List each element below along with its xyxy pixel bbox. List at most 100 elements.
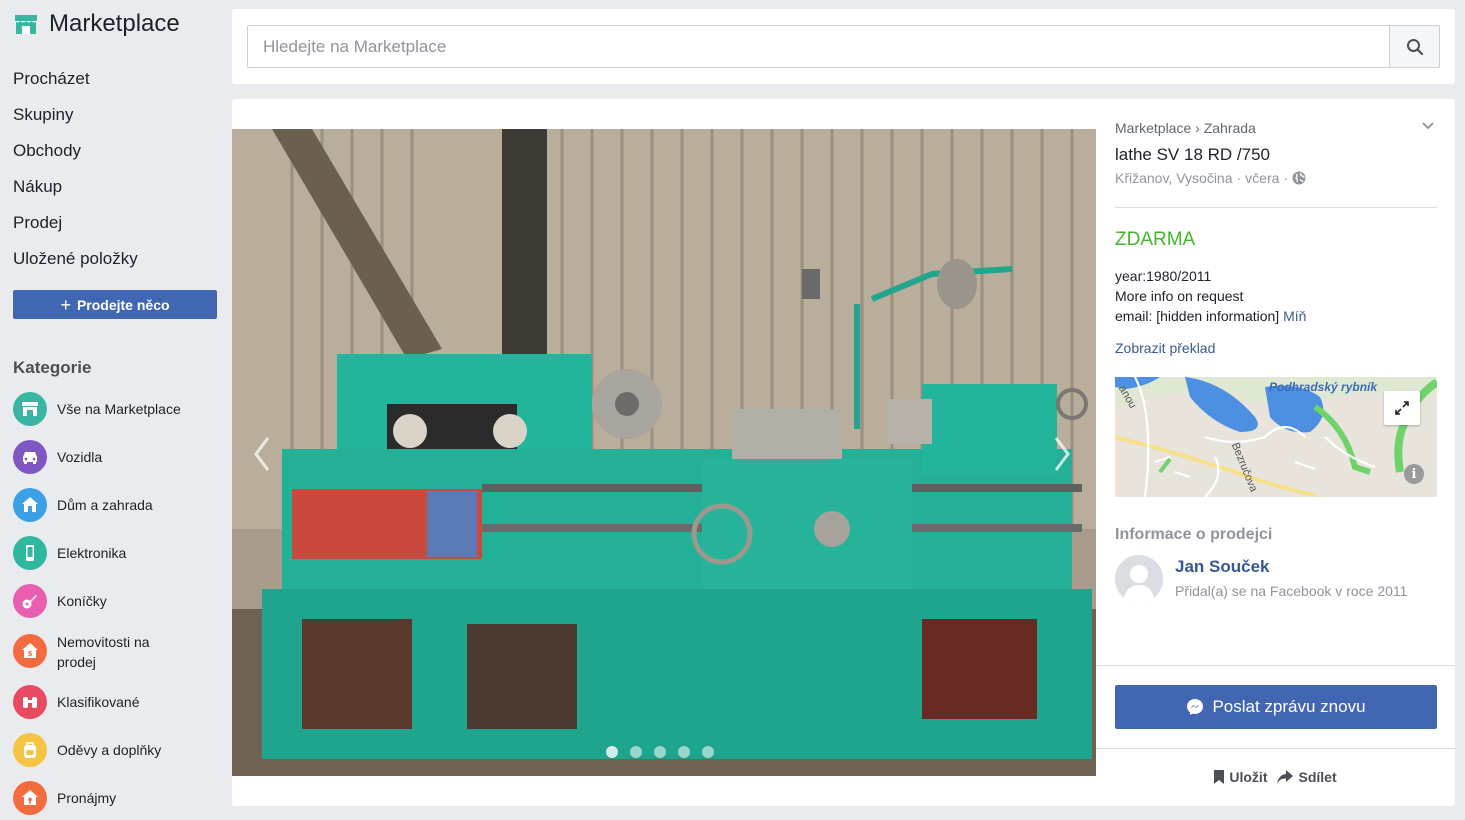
binoculars-icon <box>13 685 47 719</box>
category-all[interactable]: Vše na Marketplace <box>13 392 181 426</box>
listing-price: ZDARMA <box>1115 229 1196 250</box>
photo-dot[interactable] <box>702 746 714 758</box>
sell-button-label: Prodejte něco <box>76 296 170 313</box>
sidebar: Marketplace Procházet Skupiny Obchody Ná… <box>0 0 232 820</box>
search-input[interactable] <box>247 25 1390 68</box>
storefront-icon <box>15 15 37 34</box>
photo-dot[interactable] <box>678 746 690 758</box>
category-home-garden[interactable]: Dům a zahrada <box>13 488 153 522</box>
photo-dot[interactable] <box>606 746 618 758</box>
save-button[interactable]: Uložit <box>1214 769 1267 785</box>
avatar[interactable] <box>1115 555 1163 603</box>
share-label: Sdílet <box>1298 769 1337 785</box>
meta-separator: · <box>1283 170 1289 186</box>
nav-item-browse[interactable]: Procházet <box>13 68 138 104</box>
category-classifieds[interactable]: Klasifikované <box>13 685 140 719</box>
bookmark-icon <box>1214 770 1225 784</box>
categories-heading: Kategorie <box>13 358 92 377</box>
see-translation-link[interactable]: Zobrazit překlad <box>1115 340 1215 356</box>
listing-card: Marketplace › Zahrada lathe SV 18 RD /75… <box>232 99 1455 806</box>
see-less-link[interactable]: Míň <box>1283 308 1306 324</box>
category-hobbies[interactable]: Koníčky <box>13 584 107 618</box>
home-sale-icon: $ <box>13 634 47 668</box>
nav-item-groups[interactable]: Skupiny <box>13 104 138 140</box>
category-label: Koníčky <box>57 593 107 609</box>
map-info-icon[interactable]: i <box>1404 464 1424 484</box>
map-lake-label: Podhradský rybník <box>1269 381 1377 394</box>
prev-photo-button[interactable] <box>242 429 282 479</box>
nav-item-shops[interactable]: Obchody <box>13 140 138 176</box>
seller-info-heading: Informace o prodejci <box>1115 526 1273 543</box>
chevron-left-icon <box>254 437 270 471</box>
nav-item-selling[interactable]: Prodej <box>13 212 138 248</box>
search-icon <box>1406 38 1423 55</box>
description-line: email: [hidden information] <box>1115 308 1280 324</box>
car-icon <box>13 440 47 474</box>
storefront-icon <box>13 392 47 426</box>
category-rentals[interactable]: Pronájmy <box>13 781 116 815</box>
category-label: Oděvy a doplňky <box>57 742 162 758</box>
next-photo-button[interactable] <box>1042 429 1082 479</box>
default-avatar-icon <box>1115 555 1163 603</box>
photo-dot[interactable] <box>630 746 642 758</box>
category-label: Nemovitosti na prodej <box>57 634 150 670</box>
share-arrow-icon <box>1277 770 1294 784</box>
page-title: Marketplace <box>49 10 180 37</box>
category-clothing[interactable]: Oděvy a doplňky <box>13 733 161 767</box>
category-vehicles[interactable]: Vozidla <box>13 440 102 474</box>
category-real-estate[interactable]: $ Nemovitosti na prodej <box>13 632 177 672</box>
photo-dot[interactable] <box>654 746 666 758</box>
map-lake-text: Podhradský rybník <box>1269 380 1378 394</box>
plus-icon: + <box>60 294 71 315</box>
messenger-icon <box>1187 699 1204 715</box>
send-message-button[interactable]: Poslat zprávu znovu <box>1115 685 1437 729</box>
phone-icon <box>13 536 47 570</box>
more-options-button[interactable] <box>1422 119 1434 137</box>
listing-photo[interactable] <box>232 129 1096 776</box>
seller-name[interactable]: Jan Souček <box>1175 557 1270 577</box>
globe-icon <box>1292 171 1306 185</box>
listing-title: lathe SV 18 RD /750 <box>1115 145 1270 164</box>
category-label: Elektronika <box>57 545 127 561</box>
guitar-icon <box>13 584 47 618</box>
save-label: Uložit <box>1229 769 1268 785</box>
send-message-label: Poslat zprávu znovu <box>1212 697 1366 716</box>
sidebar-nav: Procházet Skupiny Obchody Nákup Prodej U… <box>13 68 138 284</box>
listing-posted-time: včera <box>1245 170 1280 186</box>
listing-location[interactable]: Křižanov, Vysočina <box>1115 170 1233 186</box>
location-map[interactable]: Podhradský rybník Bezručova anou i <box>1115 377 1437 497</box>
description-line: More info on request <box>1115 288 1244 304</box>
category-label: Dům a zahrada <box>57 497 153 513</box>
share-button[interactable]: Sdílet <box>1277 769 1337 785</box>
nav-item-saved[interactable]: Uložené položky <box>13 248 138 284</box>
description-line-with-link: email: [hidden information] Míň <box>1115 306 1306 326</box>
photo-pagination <box>606 746 714 758</box>
divider <box>1096 748 1455 749</box>
house-icon <box>13 488 47 522</box>
category-electronics[interactable]: Elektronika <box>13 536 126 570</box>
meta-separator: · <box>1236 170 1242 186</box>
category-label: Pronájmy <box>57 790 117 806</box>
chevron-right-icon <box>1054 437 1070 471</box>
category-label: Vozidla <box>57 449 103 465</box>
divider <box>1115 207 1437 208</box>
category-label: Klasifikované <box>57 694 140 710</box>
listing-details: Marketplace › Zahrada lathe SV 18 RD /75… <box>1096 99 1455 806</box>
breadcrumb[interactable]: Marketplace › Zahrada <box>1115 120 1256 136</box>
listing-meta: Křižanov, Vysočina · včera · <box>1115 170 1306 186</box>
listing-description: year:1980/2011 More info on request emai… <box>1115 266 1306 326</box>
home-key-icon <box>13 781 47 815</box>
lathe-photo-illustration <box>232 129 1096 776</box>
search-button[interactable] <box>1389 25 1440 68</box>
marketplace-header[interactable]: Marketplace <box>13 10 180 38</box>
nav-item-buying[interactable]: Nákup <box>13 176 138 212</box>
svg-text:$: $ <box>28 650 33 658</box>
expand-icon <box>1395 401 1409 415</box>
expand-map-button[interactable] <box>1384 391 1420 425</box>
chevron-down-icon <box>1422 122 1434 130</box>
divider <box>1096 665 1455 666</box>
category-label: Vše na Marketplace <box>57 401 181 417</box>
listing-actions: Uložit Sdílet <box>1096 769 1455 785</box>
sell-something-button[interactable]: + Prodejte něco <box>13 290 217 319</box>
description-line: year:1980/2011 <box>1115 268 1212 284</box>
